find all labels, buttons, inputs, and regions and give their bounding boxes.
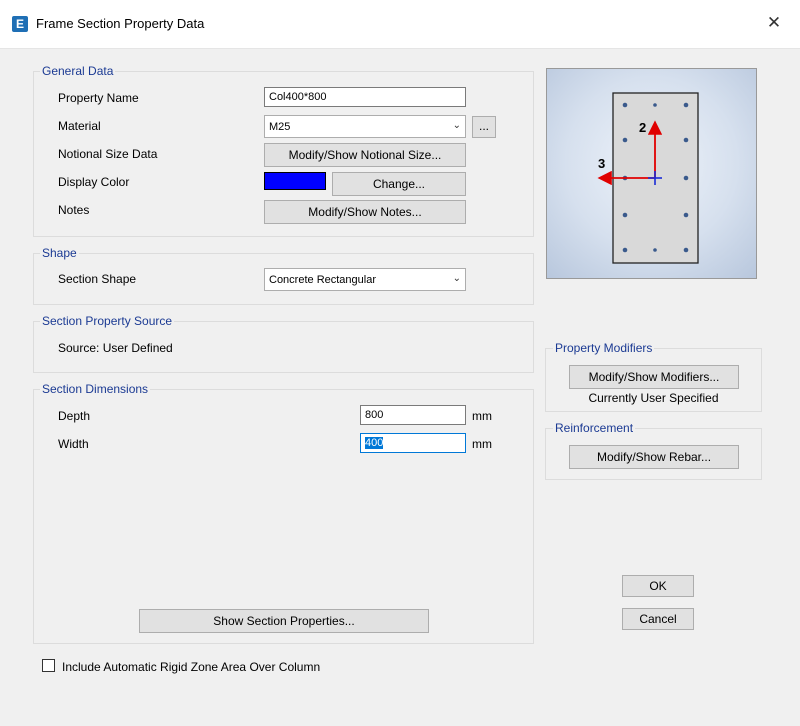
cancel-button[interactable]: Cancel [622, 608, 694, 630]
modify-modifiers-button[interactable]: Modify/Show Modifiers... [569, 365, 739, 389]
close-icon[interactable]: ✕ [764, 12, 784, 34]
general-data-heading: General Data [40, 64, 116, 78]
change-color-button[interactable]: Change... [332, 172, 466, 196]
rebar-point [622, 137, 628, 143]
chevron-down-icon: ⌄ [452, 120, 461, 131]
modifiers-status: Currently User Specified [588, 391, 719, 405]
reinforcement-heading: Reinforcement [553, 421, 636, 435]
material-label: Material [58, 119, 101, 133]
notes-label: Notes [58, 203, 90, 217]
window-title: Frame Section Property Data [36, 16, 205, 31]
rebar-point [622, 212, 628, 218]
depth-label: Depth [58, 409, 91, 423]
section-shape-label: Section Shape [58, 272, 137, 286]
ok-button[interactable]: OK [622, 575, 694, 597]
notes-button[interactable]: Modify/Show Notes... [264, 200, 466, 224]
rigid-zone-label[interactable]: Include Automatic Rigid Zone Area Over C… [62, 660, 320, 674]
material-browse-button[interactable]: ... [472, 116, 496, 138]
property-name-input[interactable]: Col400*800 [264, 87, 466, 107]
width-unit: mm [472, 437, 492, 451]
section-dimensions-heading: Section Dimensions [40, 382, 151, 396]
section-preview: 2 3 [546, 68, 757, 279]
width-input[interactable]: 400 [360, 433, 466, 453]
width-input-selected-value: 400 [365, 437, 384, 449]
depth-input[interactable]: 800 [360, 405, 466, 425]
axis-3-label: 3 [598, 156, 605, 171]
shape-heading: Shape [40, 246, 79, 260]
show-section-properties-button[interactable]: Show Section Properties... [139, 609, 429, 633]
section-shape-value: Concrete Rectangular [269, 274, 377, 286]
material-select[interactable]: M25 ⌄ [264, 115, 466, 138]
property-name-label: Property Name [58, 91, 139, 105]
property-source-heading: Section Property Source [40, 314, 175, 328]
section-dimensions-group [33, 389, 534, 644]
display-color-swatch [264, 172, 326, 190]
rebar-point [683, 102, 689, 108]
display-color-label: Display Color [58, 175, 130, 189]
notional-size-button[interactable]: Modify/Show Notional Size... [264, 143, 466, 167]
rebar-point [622, 247, 628, 253]
rebar-point [622, 102, 628, 108]
depth-unit: mm [472, 409, 492, 423]
notional-size-label: Notional Size Data [58, 147, 158, 161]
app-logo-icon: E [12, 16, 28, 32]
axis-2-label: 2 [639, 120, 646, 135]
rebar-point [683, 137, 689, 143]
modify-rebar-button[interactable]: Modify/Show Rebar... [569, 445, 739, 469]
property-modifiers-heading: Property Modifiers [553, 341, 655, 355]
rebar-point [683, 212, 689, 218]
rebar-point [683, 247, 689, 253]
rebar-point [653, 103, 657, 107]
title-bar: E Frame Section Property Data ✕ [0, 0, 800, 49]
material-select-value: M25 [269, 121, 291, 133]
section-diagram: 2 3 [597, 92, 699, 264]
rebar-point [653, 248, 657, 252]
width-label: Width [58, 437, 89, 451]
rigid-zone-checkbox[interactable] [42, 659, 55, 672]
section-shape-select[interactable]: Concrete Rectangular ⌄ [264, 268, 466, 291]
rebar-point [683, 175, 689, 181]
chevron-down-icon: ⌄ [452, 273, 461, 284]
source-text: Source: User Defined [58, 341, 173, 355]
